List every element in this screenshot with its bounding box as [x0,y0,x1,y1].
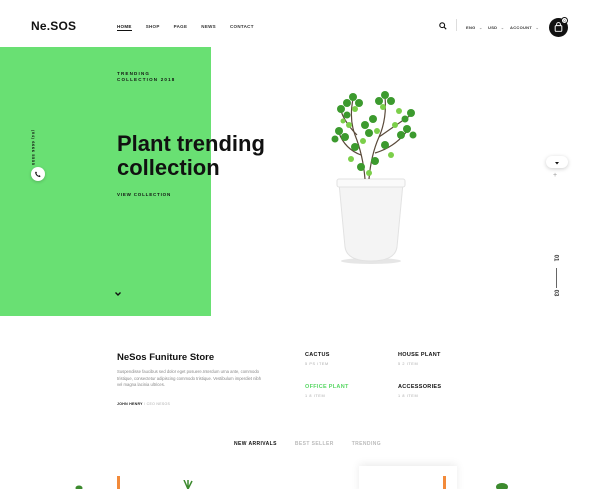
category-count: 5 PS ITEM [305,362,329,366]
account-select[interactable]: ACCOUNT ⌄ [510,25,539,30]
chevron-down-icon: ⌄ [479,25,483,30]
account-label: ACCOUNT [510,25,533,30]
nav-home[interactable]: HOME [117,24,132,31]
currency-label: USD [488,25,498,30]
header-divider [456,19,457,31]
scroll-down-icon[interactable] [114,290,122,298]
sale-tag [117,476,120,489]
plant-image [331,91,417,264]
nav-news[interactable]: NEWS [201,24,216,31]
category-name: HOUSE PLANT [398,352,441,358]
nav-contact[interactable]: CONTACT [230,24,254,31]
hero-eyebrow: TRENDING COLLECTION 2018 [117,71,176,82]
category-name: ACCESSORIES [398,384,442,390]
store-description: Suspendisse faucibus sed dolor eget posu… [117,369,262,387]
tab-best-seller[interactable]: BEST SELLER [295,441,334,447]
author-role: CEO NESOS [146,402,171,406]
category-name: CACTUS [305,352,330,358]
product-plant-image [183,480,193,489]
cart-count-badge: 0 [561,17,568,24]
category-count: 1 8 ITEM [305,394,326,398]
tab-new-arrivals[interactable]: NEW ARRIVALS [234,441,277,447]
slide-current-number: 01 [552,254,559,262]
currency-select[interactable]: USD ⌄ [488,25,504,30]
view-collection-link[interactable]: VIEW COLLECTION [117,192,171,197]
category-cactus[interactable]: CACTUS 5 PS ITEM [305,352,330,366]
category-accessories[interactable]: ACCESSORIES 1 8 ITEM [398,384,441,398]
chevron-down-icon: ⌄ [535,25,540,30]
store-author: JOHN HENRY / CEO NESOS [117,402,171,406]
phone-number: (04) 6666 5555 [31,130,36,166]
nav-shop[interactable]: SHOP [146,24,160,31]
slider-next-button[interactable] [546,156,568,168]
slide-progress-line [556,268,557,288]
store-title: NeSos Funiture Store [117,352,215,363]
main-nav: HOME SHOP PAGE NEWS CONTACT [117,24,254,31]
slide-total-number: 03 [552,289,559,297]
hero-title: Plant trending collection [117,131,265,180]
category-count: 1 8 ITEM [398,394,419,398]
author-name: JOHN HENRY [117,402,143,406]
category-office-plant[interactable]: OFFICE PLANT 1 8 ITEM [305,384,349,398]
hero-green-panel [0,47,211,316]
tab-trending[interactable]: TRENDING [352,441,381,447]
category-house-plant[interactable]: HOUSE PLANT 5 2 ITEM [398,352,441,366]
phone-button[interactable] [31,167,45,181]
phone-icon [35,171,41,178]
logo[interactable]: Ne.SOS [31,19,76,33]
product-plant-image [75,485,83,489]
language-select[interactable]: ENG ⌄ [466,25,483,30]
category-count: 5 2 ITEM [398,362,419,366]
language-label: ENG [466,25,476,30]
product-plant-image [496,483,508,489]
chevron-down-icon [555,162,559,165]
slider-add-icon[interactable]: + [553,172,557,179]
product-tabs: NEW ARRIVALS BEST SELLER TRENDING [234,441,381,447]
search-icon[interactable] [439,22,447,30]
chevron-down-icon: ⌄ [500,25,505,30]
category-name: OFFICE PLANT [305,384,349,390]
nav-page[interactable]: PAGE [174,24,188,31]
sale-tag [443,476,446,489]
